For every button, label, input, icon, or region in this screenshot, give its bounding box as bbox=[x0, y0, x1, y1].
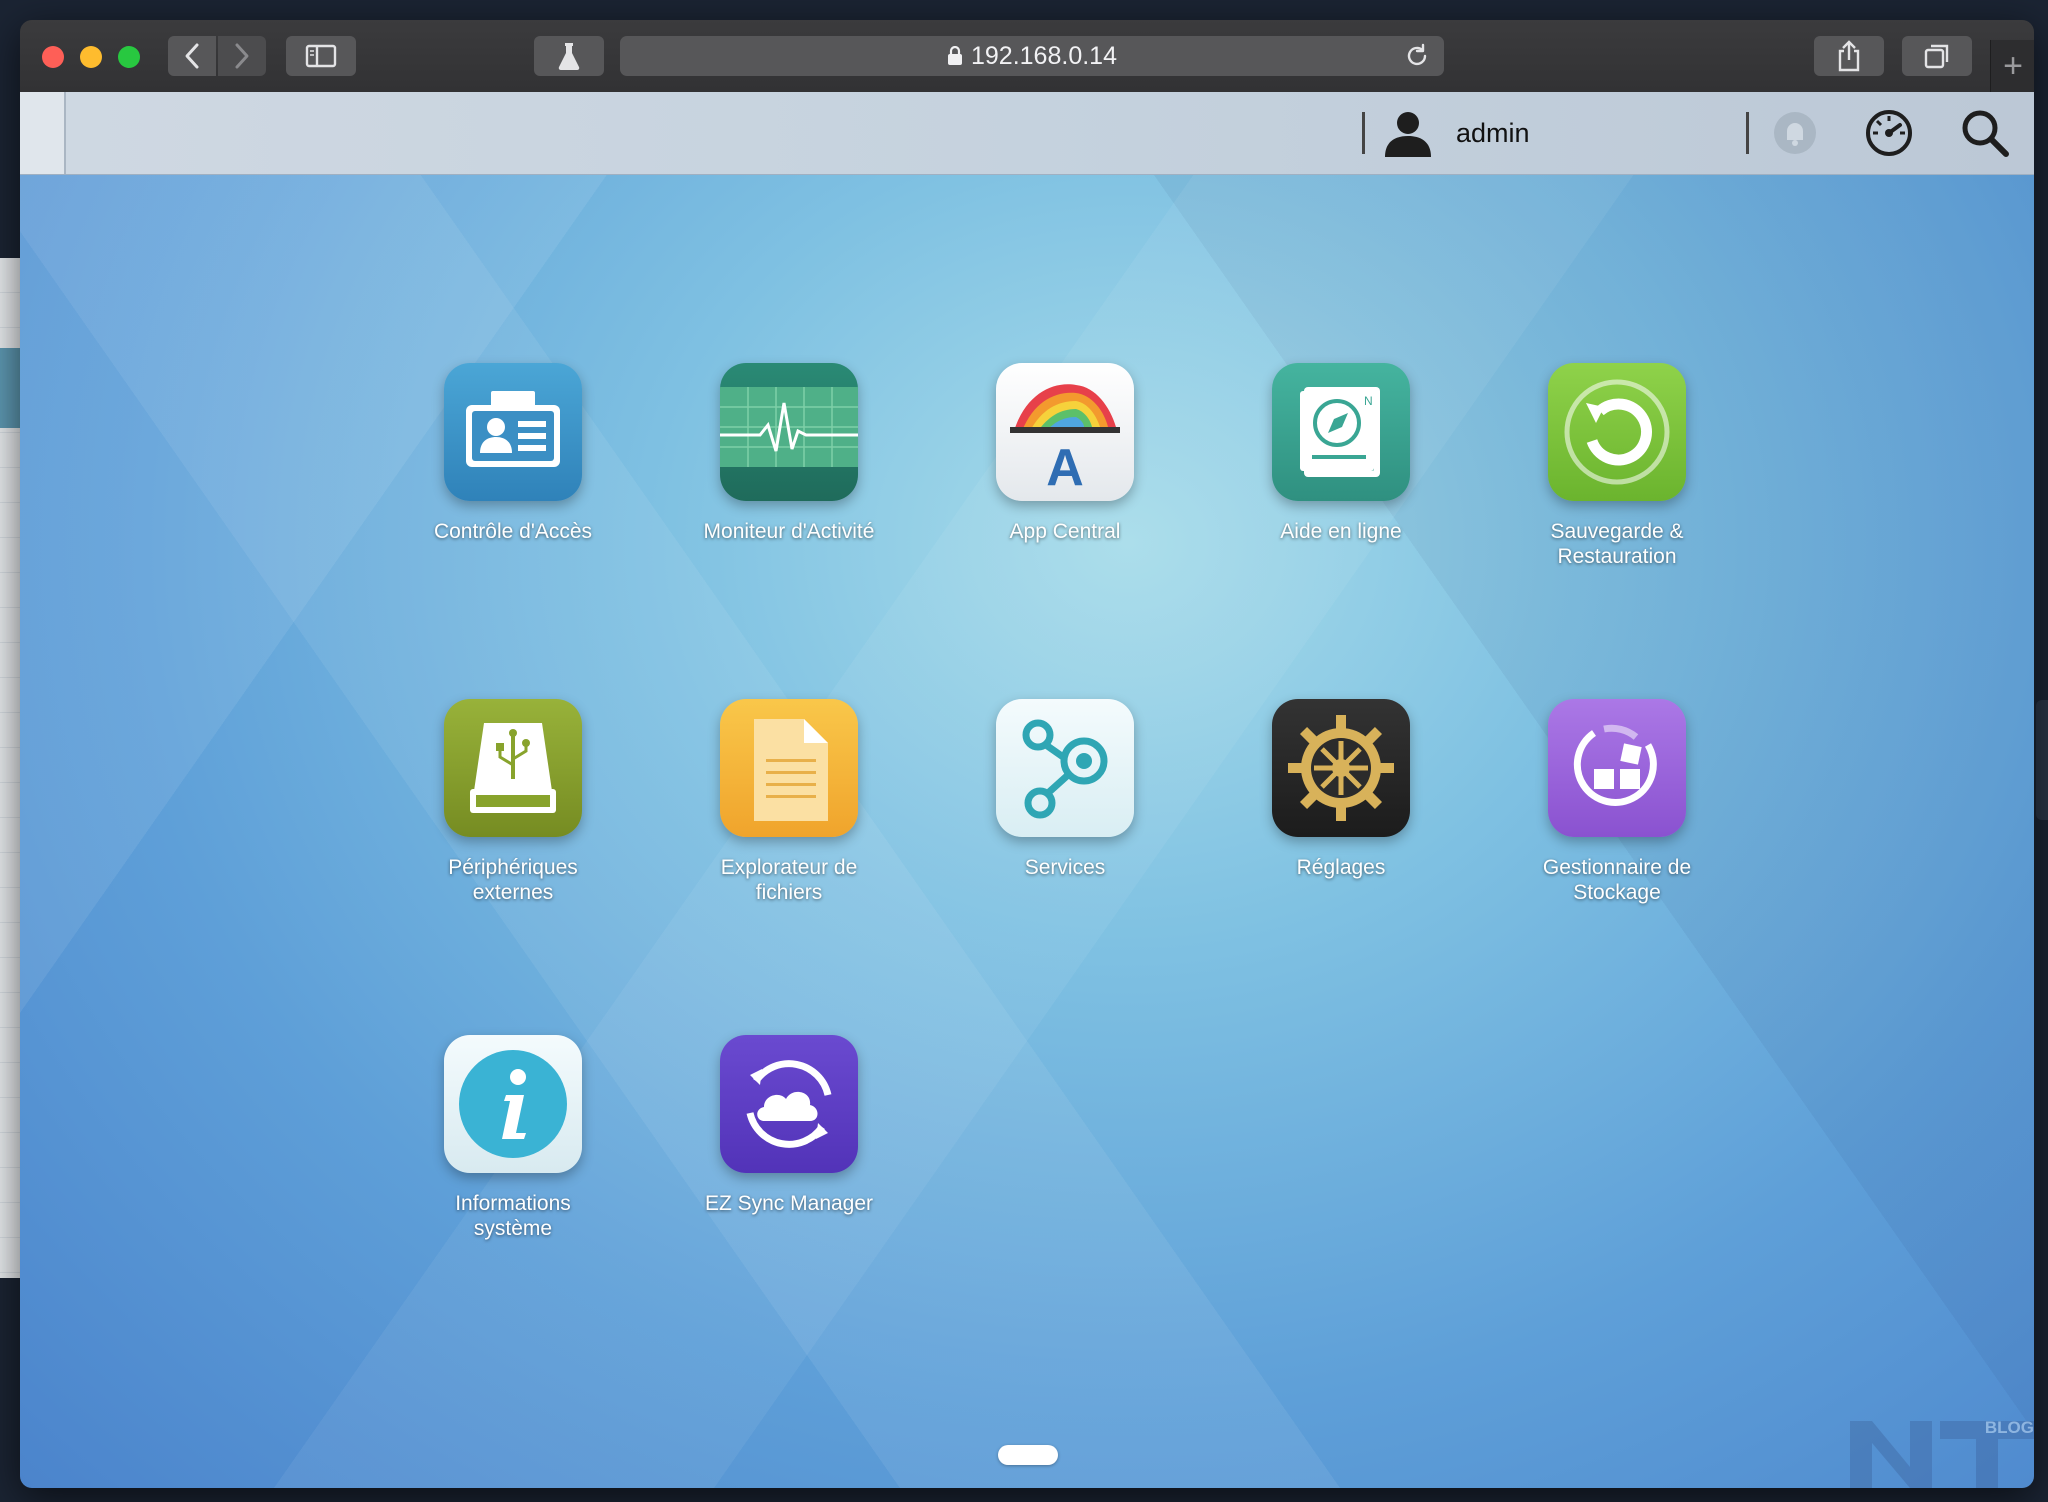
app-central-icon: A bbox=[996, 363, 1134, 501]
dashboard-gauge-icon[interactable] bbox=[1862, 106, 1916, 160]
watermark-text: BLOG bbox=[1985, 1418, 2034, 1437]
app-activity-monitor[interactable]: Moniteur d'Activité bbox=[669, 363, 909, 544]
user-avatar-icon[interactable] bbox=[1382, 108, 1434, 158]
app-label: Explorateur de fichiers bbox=[720, 856, 858, 904]
app-label: Périphériques externes bbox=[448, 856, 578, 904]
forward-button[interactable] bbox=[218, 36, 266, 76]
access-control-icon bbox=[444, 363, 582, 501]
backup-restore-icon bbox=[1548, 363, 1686, 501]
app-online-help[interactable]: N Aide en ligne bbox=[1221, 363, 1461, 544]
svg-text:N: N bbox=[1364, 394, 1373, 408]
file-explorer-icon bbox=[720, 699, 858, 837]
external-devices-icon bbox=[444, 699, 582, 837]
separator bbox=[1746, 112, 1749, 154]
username-label[interactable]: admin bbox=[1456, 118, 1530, 149]
reload-icon[interactable] bbox=[1404, 43, 1430, 76]
app-label: App Central bbox=[1009, 520, 1121, 543]
system-info-icon bbox=[444, 1035, 582, 1173]
close-window-button[interactable] bbox=[42, 46, 64, 68]
app-label: Aide en ligne bbox=[1280, 520, 1402, 543]
url-text: 192.168.0.14 bbox=[971, 41, 1117, 70]
browser-toolbar: 192.168.0.14 + bbox=[20, 20, 2034, 93]
adm-top-bar: admin bbox=[20, 92, 2034, 175]
zoom-window-button[interactable] bbox=[118, 46, 140, 68]
app-system-info[interactable]: Informations système bbox=[393, 1035, 633, 1241]
app-ez-sync-manager[interactable]: EZ Sync Manager bbox=[669, 1035, 909, 1216]
chevron-right-icon bbox=[235, 43, 249, 69]
share-icon bbox=[1838, 40, 1860, 72]
app-label: EZ Sync Manager bbox=[704, 1192, 874, 1215]
app-app-central[interactable]: A App Central bbox=[945, 363, 1185, 544]
ez-sync-icon bbox=[720, 1035, 858, 1173]
separator bbox=[1362, 112, 1365, 154]
storage-manager-icon bbox=[1548, 699, 1686, 837]
flask-icon bbox=[558, 43, 580, 71]
notification-bell-icon[interactable] bbox=[1772, 110, 1818, 156]
extension-button[interactable] bbox=[534, 36, 604, 76]
sidebar-icon bbox=[305, 44, 337, 68]
desktop-area: Contrôle d'Accès Moniteur d'Activité A A… bbox=[20, 175, 2034, 1488]
app-external-devices[interactable]: Périphériques externes bbox=[393, 699, 633, 905]
share-button[interactable] bbox=[1814, 36, 1884, 76]
app-settings[interactable]: Réglages bbox=[1221, 699, 1461, 880]
app-label: Sauvegarde & Restauration bbox=[1550, 520, 1684, 568]
new-tab-button[interactable]: + bbox=[1990, 40, 2034, 92]
background-edge bbox=[2036, 700, 2048, 820]
taskbar-left-handle[interactable] bbox=[20, 92, 66, 174]
show-tabs-button[interactable] bbox=[1902, 36, 1972, 76]
app-label: Gestionnaire de Stockage bbox=[1542, 856, 1692, 904]
search-icon[interactable] bbox=[1958, 106, 2012, 160]
app-label: Réglages bbox=[1296, 856, 1386, 879]
page-indicator[interactable] bbox=[998, 1445, 1058, 1465]
settings-gear-icon bbox=[1272, 699, 1410, 837]
chevron-left-icon bbox=[185, 43, 199, 69]
lock-icon bbox=[947, 46, 963, 66]
browser-window: 192.168.0.14 + admin Contrôle d'Accès Mo… bbox=[20, 20, 2034, 1488]
app-access-control[interactable]: Contrôle d'Accès bbox=[393, 363, 633, 544]
tabs-overview-icon bbox=[1924, 44, 1949, 69]
nt-blog-logo: BLOG bbox=[1850, 1418, 2034, 1488]
app-label: Contrôle d'Accès bbox=[433, 520, 593, 543]
activity-monitor-icon bbox=[720, 363, 858, 501]
online-help-icon: N bbox=[1272, 363, 1410, 501]
minimize-window-button[interactable] bbox=[80, 46, 102, 68]
background-window-accent bbox=[0, 348, 20, 428]
app-file-explorer[interactable]: Explorateur de fichiers bbox=[669, 699, 909, 905]
sidebar-toggle-button[interactable] bbox=[286, 36, 356, 76]
app-storage-manager[interactable]: Gestionnaire de Stockage bbox=[1497, 699, 1737, 905]
address-bar[interactable]: 192.168.0.14 bbox=[620, 36, 1444, 76]
app-label: Services bbox=[1024, 856, 1106, 879]
app-label: Informations système bbox=[455, 1192, 571, 1240]
app-services[interactable]: Services bbox=[945, 699, 1185, 880]
app-backup-restore[interactable]: Sauvegarde & Restauration bbox=[1497, 363, 1737, 569]
app-label: Moniteur d'Activité bbox=[703, 520, 875, 543]
back-button[interactable] bbox=[168, 36, 216, 76]
svg-text:A: A bbox=[1046, 439, 1084, 497]
services-icon bbox=[996, 699, 1134, 837]
